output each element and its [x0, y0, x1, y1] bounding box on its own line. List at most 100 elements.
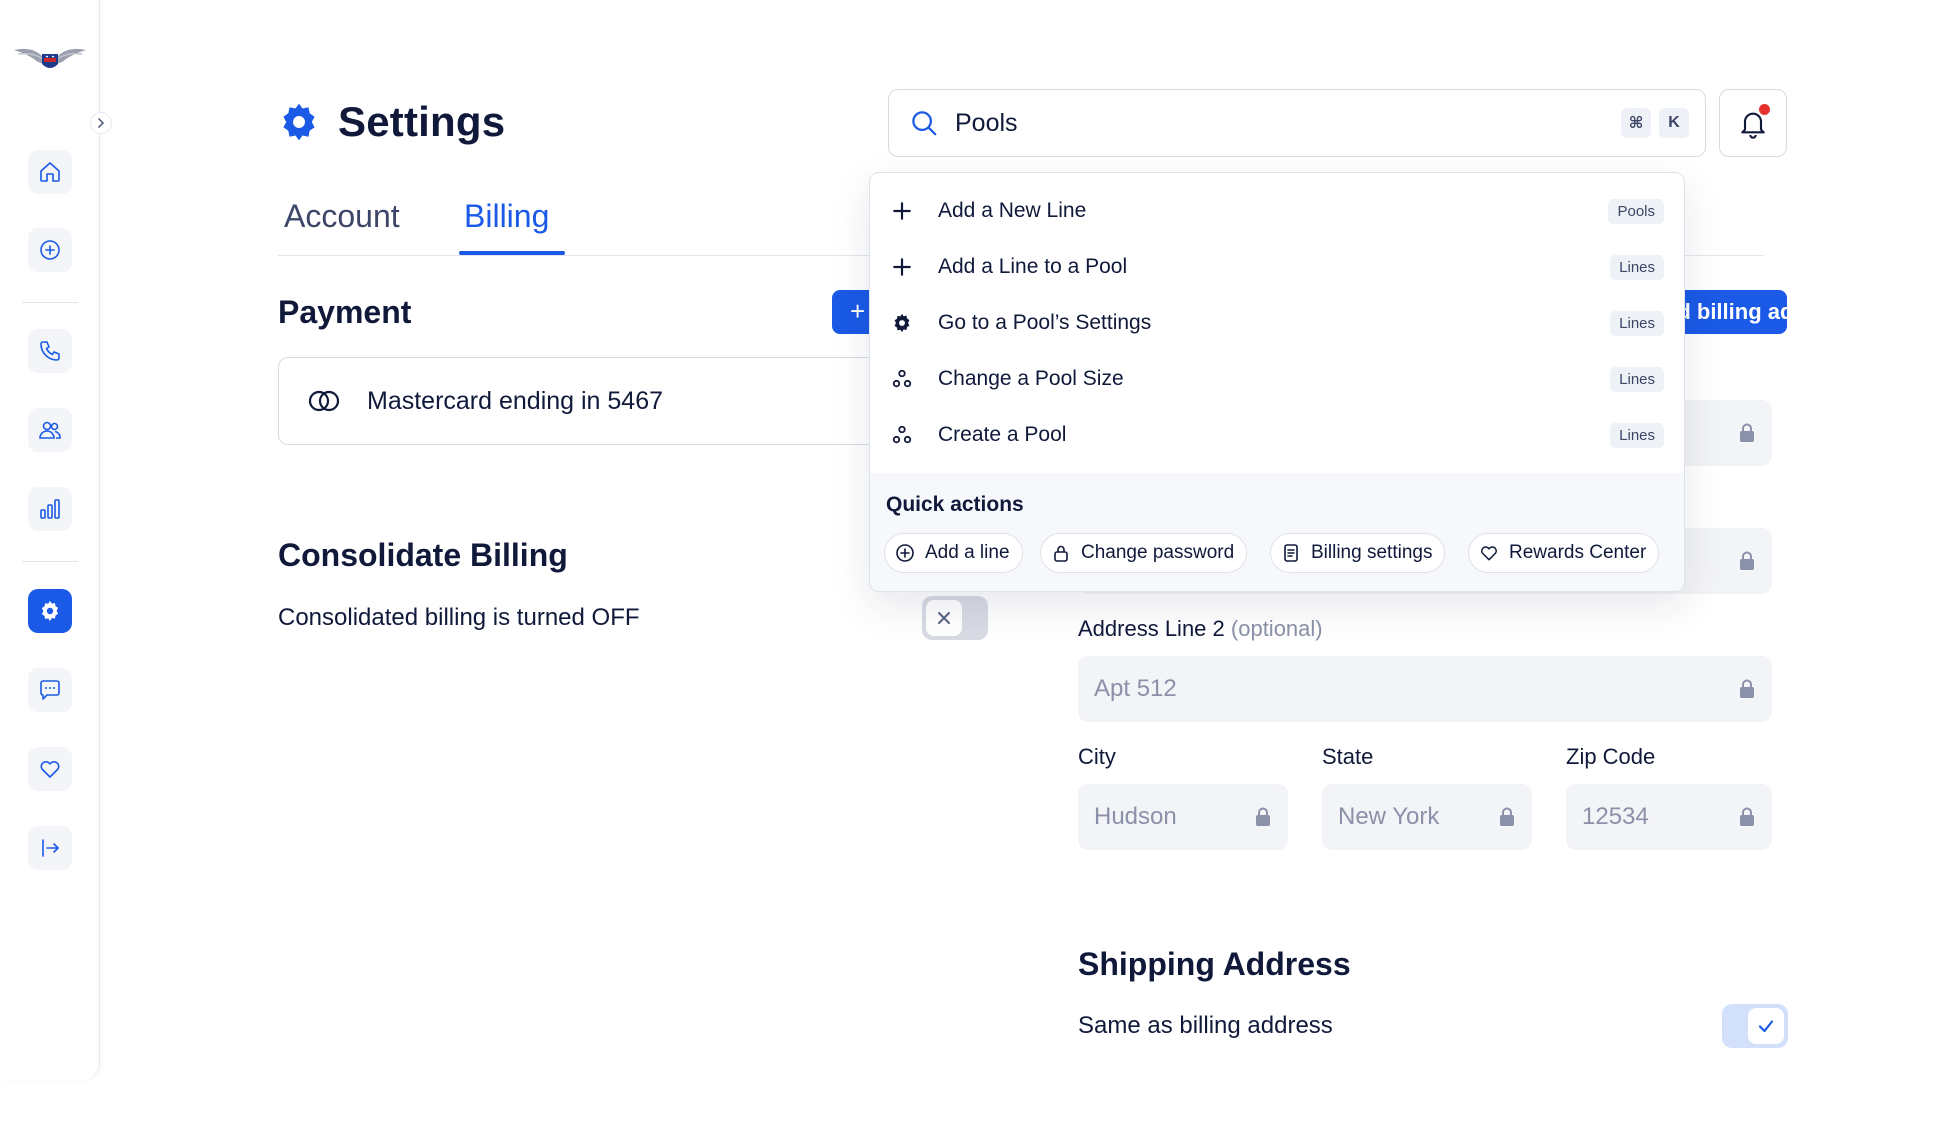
nav-settings-button[interactable]	[28, 589, 72, 633]
address-line-2-field[interactable]: Apt 512	[1078, 656, 1772, 722]
sidebar-divider	[22, 561, 78, 562]
consolidate-section-title: Consolidate Billing	[278, 537, 568, 573]
notifications-button[interactable]	[1719, 89, 1787, 157]
label-text: Address Line 2	[1078, 616, 1225, 641]
pool-icon	[890, 423, 914, 447]
shortcut-k-key: K	[1659, 108, 1689, 138]
result-pool-settings[interactable]: Go to a Pool’s Settings Lines	[870, 295, 1684, 351]
checkmark-icon	[1758, 1020, 1774, 1033]
field-value: Hudson	[1094, 803, 1177, 830]
same-as-billing-toggle[interactable]	[1722, 1004, 1788, 1048]
bar-chart-icon	[40, 499, 60, 519]
tab-billing[interactable]: Billing	[464, 198, 549, 235]
search-box[interactable]: ⌘ K	[888, 89, 1706, 157]
quick-action-change-password[interactable]: Change password	[1040, 533, 1248, 573]
notification-dot	[1759, 104, 1770, 115]
plus-circle-icon	[40, 240, 60, 260]
payment-section-title: Payment	[278, 294, 412, 330]
quick-action-billing-settings[interactable]: Billing settings	[1270, 533, 1446, 573]
gear-icon	[283, 103, 315, 141]
gear-icon	[890, 311, 914, 335]
toggle-knob	[926, 600, 962, 636]
result-category-tag: Lines	[1610, 310, 1664, 336]
chip-label: Add a line	[925, 542, 1010, 563]
nav-home-button[interactable]	[28, 150, 72, 194]
result-create-pool[interactable]: Create a Pool Lines	[870, 407, 1684, 463]
page-header: Settings	[278, 98, 505, 146]
payment-card[interactable]: Mastercard ending in 5467	[278, 357, 890, 445]
chip-label: Billing settings	[1311, 542, 1433, 563]
quick-action-add-line[interactable]: Add a line	[884, 533, 1023, 573]
result-category-tag: Lines	[1610, 422, 1664, 448]
optional-hint: (optional)	[1230, 616, 1323, 641]
page-title: Settings	[338, 98, 506, 145]
plus-circle-icon	[896, 544, 914, 562]
result-add-new-line[interactable]: Add a New Line Pools	[870, 183, 1684, 239]
quick-actions-section: Quick actions Add a line Change password…	[870, 473, 1684, 591]
address-line-2-label: Address Line 2 (optional)	[1078, 616, 1323, 642]
nav-rewards-button[interactable]	[28, 747, 72, 791]
heart-icon	[40, 760, 60, 778]
result-category-tag: Lines	[1610, 366, 1664, 392]
result-label: Change a Pool Size	[938, 367, 1124, 390]
result-add-line-to-pool[interactable]: Add a Line to a Pool Lines	[870, 239, 1684, 295]
shortcut-cmd-key: ⌘	[1621, 108, 1651, 138]
nav-messages-button[interactable]	[28, 668, 72, 712]
lock-icon	[1740, 551, 1754, 570]
state-label: State	[1322, 744, 1374, 769]
active-tab-indicator	[459, 251, 565, 255]
result-label: Create a Pool	[938, 423, 1067, 446]
field-value: Apt 512	[1094, 675, 1177, 702]
nav-analytics-button[interactable]	[28, 487, 72, 531]
chevron-right-icon	[98, 118, 105, 128]
close-icon	[938, 612, 950, 624]
plus-icon	[890, 255, 914, 279]
document-icon	[1284, 544, 1298, 562]
logout-icon	[42, 839, 59, 857]
result-label: Go to a Pool’s Settings	[938, 311, 1152, 334]
heart-icon	[1481, 546, 1497, 561]
field-value: New York	[1338, 803, 1440, 830]
city-label: City	[1078, 744, 1116, 769]
result-change-pool-size[interactable]: Change a Pool Size Lines	[870, 351, 1684, 407]
home-icon	[40, 162, 60, 182]
nav-add-button[interactable]	[28, 228, 72, 272]
lock-icon	[1740, 679, 1754, 698]
logo-eagle-icon	[12, 40, 88, 80]
result-label: Add a New Line	[938, 199, 1087, 222]
shipping-same-text: Same as billing address	[1078, 1012, 1333, 1039]
plus-icon	[890, 199, 914, 223]
sidebar-expand-button[interactable]	[90, 112, 112, 134]
card-description: Mastercard ending in 5467	[367, 386, 664, 415]
pool-icon	[890, 367, 914, 391]
result-category-tag: Lines	[1610, 254, 1664, 280]
result-label: Add a Line to a Pool	[938, 255, 1128, 278]
nav-logout-button[interactable]	[28, 826, 72, 870]
lock-icon	[1740, 807, 1754, 826]
sidebar-divider	[22, 302, 78, 303]
consolidate-billing-toggle[interactable]	[922, 596, 988, 640]
nav-users-button[interactable]	[28, 408, 72, 452]
nav-phone-button[interactable]	[28, 329, 72, 373]
shipping-section-title: Shipping Address	[1078, 946, 1351, 982]
quick-actions-title: Quick actions	[886, 493, 1024, 516]
city-field[interactable]: Hudson	[1078, 784, 1288, 850]
tab-account[interactable]: Account	[284, 198, 400, 235]
lock-icon	[1054, 545, 1068, 562]
search-icon	[912, 111, 937, 136]
search-input[interactable]	[939, 108, 1613, 138]
lock-icon	[1500, 807, 1514, 826]
lock-icon	[1740, 423, 1754, 442]
zip-field[interactable]: 12534	[1566, 784, 1772, 850]
phone-icon	[40, 341, 60, 361]
state-field[interactable]: New York	[1322, 784, 1532, 850]
search-results-dropdown: Add a New Line Pools Add a Line to a Poo…	[869, 172, 1685, 592]
quick-action-rewards-center[interactable]: Rewards Center	[1468, 533, 1660, 573]
users-icon	[39, 421, 61, 439]
lock-icon	[1256, 807, 1270, 826]
consolidate-status-text: Consolidated billing is turned OFF	[278, 604, 640, 631]
toggle-knob	[1748, 1008, 1784, 1044]
mastercard-icon	[308, 390, 340, 412]
field-value: 12534	[1582, 803, 1649, 830]
gear-icon	[41, 601, 59, 621]
